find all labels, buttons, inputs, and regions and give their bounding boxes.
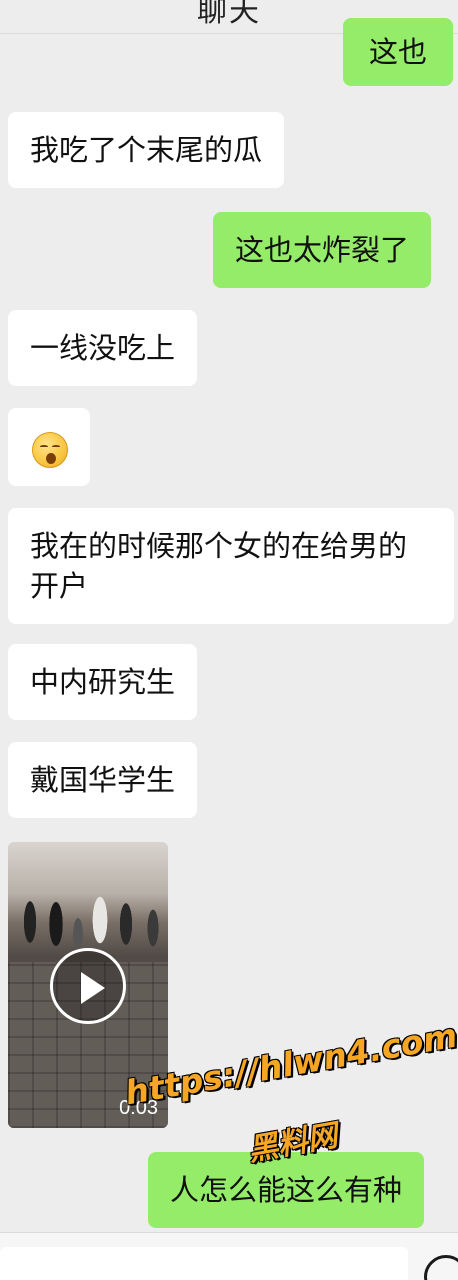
message-incoming[interactable]: 我在的时候那个女的在给男的开户 — [8, 508, 454, 624]
astonished-face-icon — [32, 432, 68, 468]
message-input[interactable] — [0, 1247, 408, 1280]
message-outgoing[interactable]: 人怎么能这么有种 — [148, 1152, 425, 1228]
emoji-button-icon[interactable] — [424, 1255, 458, 1280]
input-bar — [0, 1232, 458, 1280]
play-icon[interactable] — [50, 948, 126, 1024]
watermark-url: https://hlwn4.com — [122, 1015, 458, 1113]
message-incoming[interactable]: 戴国华学生 — [8, 742, 198, 818]
message-incoming[interactable]: 一线没吃上 — [8, 310, 198, 386]
message-outgoing[interactable]: 这也太炸裂了 — [213, 212, 432, 288]
message-incoming[interactable]: 中内研究生 — [8, 644, 198, 720]
message-incoming-emoji[interactable] — [8, 408, 90, 486]
message-outgoing[interactable]: 这也 — [343, 18, 454, 86]
message-incoming[interactable]: 我吃了个末尾的瓜 — [8, 112, 285, 188]
